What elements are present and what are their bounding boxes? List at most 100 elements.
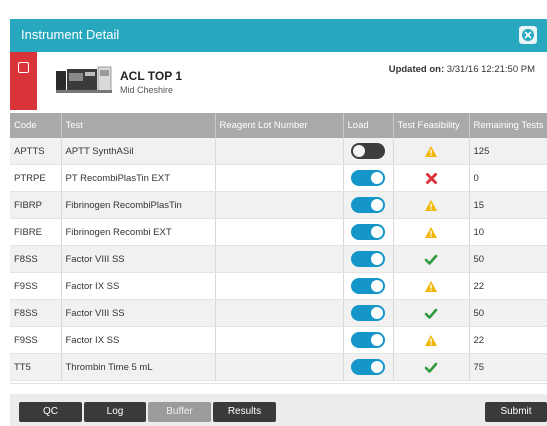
cell-load [343,353,394,381]
warning-triangle-icon [424,334,438,346]
check-icon [424,308,438,319]
updated-label: Updated on: [388,64,445,75]
toggle-knob [371,361,383,373]
warning-triangle-icon [424,199,438,211]
load-toggle[interactable] [351,197,385,213]
cell-load [343,299,394,327]
check-icon [424,254,438,265]
column-header-feasibility[interactable]: Test Feasibility [393,113,470,138]
cell-test: Fibrinogen RecombiPlasTin [61,191,216,219]
table-row[interactable]: FIBRP Fibrinogen RecombiPlasTin 15 [10,191,547,219]
load-toggle[interactable] [351,251,385,267]
cell-code: FIBRP [10,191,62,219]
cell-reagent-lot [215,353,344,381]
qc-button[interactable]: QC [19,402,82,422]
instrument-info-panel: ACL TOP 1 Mid Cheshire Updated on: 3/31/… [10,52,547,110]
table-header-row: Code Test Reagent Lot Number Load Test F… [10,113,547,138]
cell-code: APTTS [10,138,62,165]
error-x-icon [425,172,438,184]
cell-reagent-lot [215,245,344,273]
load-toggle[interactable] [351,278,385,294]
column-header-remaining[interactable]: Remaining Tests [469,113,547,138]
check-icon [424,362,438,373]
load-toggle[interactable] [351,305,385,321]
footer-toolbar: QC Log Buffer Results Submit [10,394,547,426]
column-header-load[interactable]: Load [343,113,394,138]
warning-triangle-icon [424,280,438,292]
cell-reagent-lot [215,138,344,165]
cell-remaining: 50 [469,299,547,327]
instrument-analyzer-icon [56,66,112,93]
alert-square-icon [18,62,29,73]
cell-code: TT5 [10,353,62,381]
log-button[interactable]: Log [84,402,146,422]
cell-test: PT RecombiPlasTin EXT [61,164,216,192]
cell-feasibility [393,272,470,300]
cell-load [343,164,394,192]
column-header-code[interactable]: Code [10,113,62,138]
cell-reagent-lot [215,218,344,246]
cell-code: FIBRE [10,218,62,246]
reagent-table: Code Test Reagent Lot Number Load Test F… [10,113,547,381]
table-row[interactable]: F8SS Factor VIII SS 50 [10,245,547,273]
cell-feasibility [393,138,470,165]
load-toggle[interactable] [351,224,385,240]
alert-indicator[interactable] [10,52,37,110]
column-header-test[interactable]: Test [61,113,216,138]
cell-feasibility [393,299,470,327]
results-button[interactable]: Results [213,402,276,422]
cell-remaining: 75 [469,353,547,381]
table-row[interactable]: F9SS Factor IX SS 22 [10,272,547,300]
toggle-knob [371,280,383,292]
cell-load [343,245,394,273]
cell-load [343,272,394,300]
cell-code: F9SS [10,272,62,300]
updated-value: 3/31/16 12:21:50 PM [446,64,535,75]
submit-button[interactable]: Submit [485,402,547,422]
cell-remaining: 0 [469,164,547,192]
toggle-knob [371,172,383,184]
cell-remaining: 22 [469,272,547,300]
close-icon[interactable] [519,26,537,44]
buffer-button[interactable]: Buffer [148,402,211,422]
cell-test: Fibrinogen Recombi EXT [61,218,216,246]
cell-load [343,218,394,246]
cell-reagent-lot [215,299,344,327]
cell-test: Factor VIII SS [61,299,216,327]
cell-reagent-lot [215,191,344,219]
column-header-reagent-lot[interactable]: Reagent Lot Number [215,113,344,138]
toggle-knob [371,253,383,265]
cell-code: F8SS [10,299,62,327]
cell-reagent-lot [215,164,344,192]
table-row[interactable]: TT5 Thrombin Time 5 mL 75 [10,353,547,381]
cell-feasibility [393,164,470,192]
toggle-knob [371,226,383,238]
cell-feasibility [393,326,470,354]
load-toggle[interactable] [351,332,385,348]
cell-test: Factor VIII SS [61,245,216,273]
cell-feasibility [393,218,470,246]
load-toggle[interactable] [351,170,385,186]
cell-remaining: 50 [469,245,547,273]
table-row[interactable]: FIBRE Fibrinogen Recombi EXT 10 [10,218,547,246]
instrument-name: ACL TOP 1 [120,69,183,83]
instrument-site: Mid Cheshire [120,85,174,95]
cell-feasibility [393,353,470,381]
load-toggle[interactable] [351,143,385,159]
table-row[interactable]: PTRPE PT RecombiPlasTin EXT 0 [10,164,547,192]
cell-load [343,138,394,165]
warning-triangle-icon [424,226,438,238]
cell-code: F8SS [10,245,62,273]
cell-reagent-lot [215,326,344,354]
table-row[interactable]: F9SS Factor IX SS 22 [10,326,547,354]
table-row[interactable]: F8SS Factor VIII SS 50 [10,299,547,327]
window-titlebar: Instrument Detail [10,19,547,52]
cell-test: Thrombin Time 5 mL [61,353,216,381]
cell-feasibility [393,191,470,219]
cell-remaining: 15 [469,191,547,219]
toggle-knob [371,199,383,211]
cell-load [343,191,394,219]
warning-triangle-icon [424,145,438,157]
load-toggle[interactable] [351,359,385,375]
table-row[interactable]: APTTS APTT SynthASil 125 [10,138,547,165]
